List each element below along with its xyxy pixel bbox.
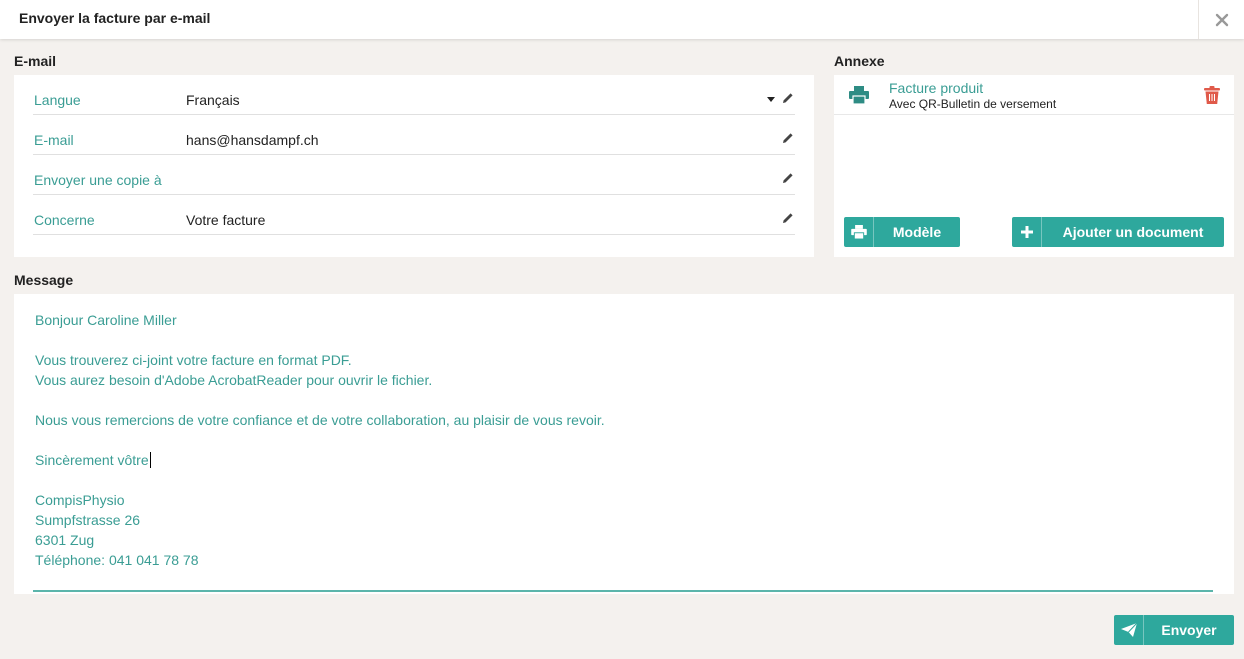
- close-icon: [1215, 13, 1228, 26]
- message-line: [35, 430, 605, 450]
- dialog-title: Envoyer la facture par e-mail: [19, 10, 211, 26]
- printer-icon: [849, 86, 869, 104]
- attachment-item[interactable]: Facture produit Avec QR-Bulletin de vers…: [834, 75, 1234, 115]
- pencil-icon[interactable]: [781, 211, 795, 225]
- send-button[interactable]: Envoyer: [1114, 615, 1234, 645]
- template-button-label: Modèle: [892, 224, 942, 240]
- language-select[interactable]: Français: [186, 92, 240, 108]
- pencil-icon[interactable]: [781, 131, 795, 145]
- message-line: Téléphone: 041 041 78 78: [35, 552, 199, 568]
- subject-label: Concerne: [34, 212, 95, 228]
- attachment-subtitle: Avec QR-Bulletin de versement: [889, 97, 1057, 111]
- message-line: [35, 330, 605, 350]
- email-panel: Langue Français E-mail hans@hansdampf.ch…: [14, 75, 814, 257]
- send-button-label: Envoyer: [1161, 622, 1217, 638]
- add-document-button-label: Ajouter un document: [1062, 224, 1204, 240]
- email-label: E-mail: [34, 132, 74, 148]
- annex-section-title: Annexe: [834, 53, 885, 69]
- annex-panel: Facture produit Avec QR-Bulletin de vers…: [834, 75, 1234, 257]
- printer-icon: [844, 217, 874, 247]
- pencil-icon[interactable]: [781, 91, 795, 105]
- text-cursor: [149, 452, 151, 468]
- template-button[interactable]: Modèle: [844, 217, 960, 247]
- dialog-header: Envoyer la facture par e-mail: [0, 0, 1244, 39]
- add-document-button[interactable]: Ajouter un document: [1012, 217, 1224, 247]
- email-input[interactable]: hans@hansdampf.ch: [186, 132, 319, 148]
- message-body[interactable]: Bonjour Caroline Miller Vous trouverez c…: [35, 310, 605, 570]
- pencil-icon[interactable]: [781, 171, 795, 185]
- message-line: Bonjour Caroline Miller: [35, 312, 177, 328]
- message-textarea[interactable]: Bonjour Caroline Miller Vous trouverez c…: [14, 294, 1234, 594]
- message-focus-underline: [33, 590, 1213, 592]
- message-line: CompisPhysio: [35, 492, 125, 508]
- subject-field[interactable]: Concerne Votre facture: [33, 195, 795, 235]
- message-line-with-cursor: Sincèrement vôtre: [35, 450, 605, 470]
- close-button[interactable]: [1198, 0, 1244, 39]
- subject-input[interactable]: Votre facture: [186, 212, 265, 228]
- language-label: Langue: [34, 92, 81, 108]
- message-line: Sincèrement vôtre: [35, 452, 149, 468]
- attachment-name[interactable]: Facture produit: [889, 80, 983, 96]
- email-section-title: E-mail: [14, 53, 57, 69]
- message-line: Sumpfstrasse 26: [35, 512, 141, 528]
- cc-label: Envoyer une copie à: [34, 172, 162, 188]
- message-line: Vous aurez besoin d'Adobe AcrobatReader …: [35, 372, 433, 388]
- message-line: [35, 470, 605, 490]
- chevron-down-icon[interactable]: [767, 97, 775, 102]
- trash-icon[interactable]: [1204, 86, 1220, 104]
- plus-icon: [1012, 217, 1042, 247]
- message-line: 6301 Zug: [35, 532, 95, 548]
- message-line: Vous trouverez ci-joint votre facture en…: [35, 352, 352, 368]
- email-field[interactable]: E-mail hans@hansdampf.ch: [33, 115, 795, 155]
- message-line: Nous vous remercions de votre confiance …: [35, 412, 605, 428]
- language-field[interactable]: Langue Français: [33, 75, 795, 115]
- paper-plane-icon: [1114, 615, 1144, 645]
- message-line: [35, 390, 605, 410]
- message-section-title: Message: [14, 272, 74, 288]
- cc-field[interactable]: Envoyer une copie à: [33, 155, 795, 195]
